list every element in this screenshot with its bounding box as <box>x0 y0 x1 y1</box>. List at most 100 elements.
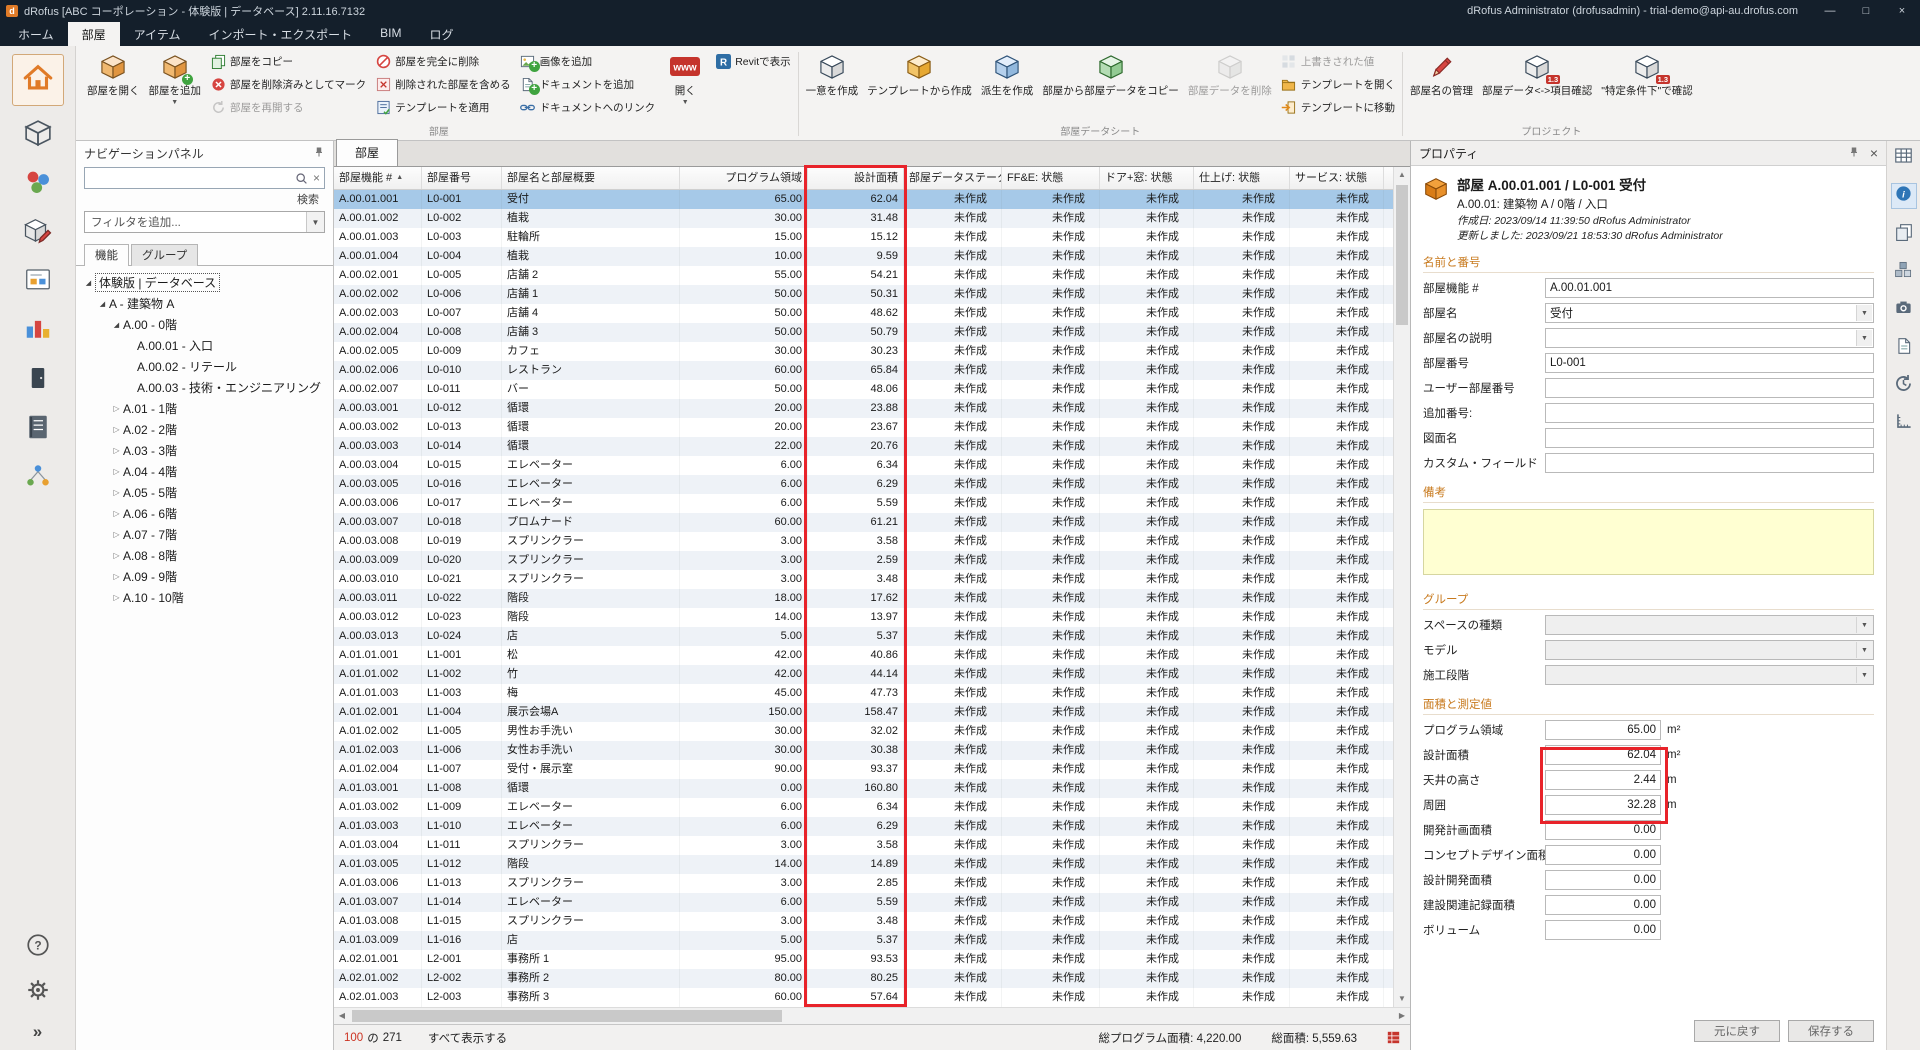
ribbon-open-template-button[interactable]: テンプレートを開く <box>1277 73 1399 95</box>
column-header-programmed-area[interactable]: プログラム領域 <box>680 167 808 189</box>
space-type-field[interactable]: ▼ <box>1545 615 1874 635</box>
sidebar-item-doors[interactable] <box>16 360 60 400</box>
table-row[interactable]: A.00.03.001L0-012循環20.0023.88未作成未作成未作成未作… <box>334 399 1393 418</box>
tree-expander-icon[interactable]: ▷ <box>110 467 123 476</box>
tree-item[interactable]: ◢体験版 | データベース <box>76 272 333 293</box>
tree-expander-icon[interactable]: ◢ <box>110 321 123 329</box>
programmed-area-field[interactable]: 65.00 <box>1545 720 1661 740</box>
tree-expander-icon[interactable]: ◢ <box>96 300 109 308</box>
panel-item-measure[interactable] <box>1891 411 1917 437</box>
table-row[interactable]: A.00.03.006L0-017エレベーター6.005.59未作成未作成未作成… <box>334 494 1393 513</box>
construction-stage-field[interactable]: ▼ <box>1545 665 1874 685</box>
undo-button[interactable]: 元に戻す <box>1694 1020 1780 1042</box>
column-header-room-function-number[interactable]: 部屋機能 #▲ <box>334 167 422 189</box>
ribbon-open-web-button[interactable]: www開く▼ <box>660 48 710 123</box>
room-function-number-field[interactable]: A.00.01.001 <box>1545 278 1874 298</box>
sidebar-item-settings[interactable] <box>25 977 51 1008</box>
table-row[interactable]: A.00.02.003L0-007店舗 450.0048.62未作成未作成未作成… <box>334 304 1393 323</box>
tree-item[interactable]: ▷A.01 - 1階 <box>76 398 333 419</box>
pin-icon[interactable] <box>313 146 325 161</box>
table-row[interactable]: A.00.03.008L0-019スプリンクラー3.003.58未作成未作成未作… <box>334 532 1393 551</box>
menu-tab-bim[interactable]: BIM <box>366 22 415 46</box>
table-row[interactable]: A.00.03.010L0-021スプリンクラー3.003.48未作成未作成未作… <box>334 570 1393 589</box>
table-row[interactable]: A.01.03.002L1-009エレベーター6.006.34未作成未作成未作成… <box>334 798 1393 817</box>
nav-tab-groups[interactable]: グループ <box>131 244 198 266</box>
table-row[interactable]: A.00.01.002L0-002植栽30.0031.48未作成未作成未作成未作… <box>334 209 1393 228</box>
ribbon-show-in-revit-button[interactable]: RRevitで表示 <box>711 50 794 72</box>
tree-expander-icon[interactable]: ▷ <box>110 530 123 539</box>
sidebar-item-rooms[interactable] <box>16 115 60 155</box>
tree-item[interactable]: ▷A.02 - 2階 <box>76 419 333 440</box>
tree-expander-icon[interactable]: ▷ <box>110 425 123 434</box>
tree-expander-icon[interactable]: ◢ <box>82 279 95 287</box>
table-row[interactable]: A.01.03.006L1-013スプリンクラー3.002.85未作成未作成未作… <box>334 874 1393 893</box>
table-row[interactable]: A.01.02.001L1-004展示会場A150.00158.47未作成未作成… <box>334 703 1393 722</box>
tree-expander-icon[interactable]: ▷ <box>110 404 123 413</box>
ribbon-copy-room-button[interactable]: 部屋をコピー <box>206 50 370 72</box>
ribbon-manage-room-names-button[interactable]: 部屋名の管理 <box>1406 48 1477 123</box>
ribbon-link-to-document-button[interactable]: ドキュメントへのリンク <box>516 96 660 118</box>
table-row[interactable]: A.02.01.002L2-002事務所 280.0080.25未作成未作成未作… <box>334 969 1393 988</box>
pin-icon[interactable] <box>1848 146 1860 161</box>
tree-item[interactable]: A.00.01 - 入口 <box>76 335 333 356</box>
close-panel-icon[interactable]: × <box>1870 146 1878 160</box>
table-row[interactable]: A.00.03.005L0-016エレベーター6.006.29未作成未作成未作成… <box>334 475 1393 494</box>
ribbon-move-to-template-button[interactable]: テンプレートに移動 <box>1277 96 1399 118</box>
ribbon-create-unique-button[interactable]: 一意を作成 <box>802 48 863 123</box>
column-header-room-data-status[interactable]: 部屋データステータス <box>904 167 1002 189</box>
tree-item[interactable]: ▷A.09 - 9階 <box>76 566 333 587</box>
table-row[interactable]: A.01.03.005L1-012階段14.0014.89未作成未作成未作成未作… <box>334 855 1393 874</box>
table-row[interactable]: A.00.02.006L0-010レストラン60.0065.84未作成未作成未作… <box>334 361 1393 380</box>
scroll-down-icon[interactable]: ▼ <box>1394 991 1410 1007</box>
menu-tab-rooms[interactable]: 部屋 <box>68 22 120 46</box>
table-row[interactable]: A.01.03.007L1-014エレベーター6.005.59未作成未作成未作成… <box>334 893 1393 912</box>
tree-item[interactable]: ▷A.06 - 6階 <box>76 503 333 524</box>
tab-rooms[interactable]: 部屋 <box>336 139 398 166</box>
table-row[interactable]: A.01.01.001L1-001松42.0040.86未作成未作成未作成未作成… <box>334 646 1393 665</box>
model-field[interactable]: ▼ <box>1545 640 1874 660</box>
table-row[interactable]: A.02.01.003L2-003事務所 360.0057.64未作成未作成未作… <box>334 988 1393 1007</box>
nav-tab-functions[interactable]: 機能 <box>84 244 129 266</box>
sidebar-item-bim-models[interactable] <box>16 213 60 253</box>
table-row[interactable]: A.01.03.009L1-016店5.005.37未作成未作成未作成未作成未作… <box>334 931 1393 950</box>
tree-expander-icon[interactable]: ▷ <box>110 488 123 497</box>
table-row[interactable]: A.00.03.003L0-014循環22.0020.76未作成未作成未作成未作… <box>334 437 1393 456</box>
perimeter-field[interactable]: 32.28 <box>1545 795 1661 815</box>
ribbon-add-image-button[interactable]: +画像を追加 <box>516 50 660 72</box>
concept-design-area-field[interactable]: 0.00 <box>1545 845 1661 865</box>
tree-item[interactable]: ▷A.07 - 7階 <box>76 524 333 545</box>
table-row[interactable]: A.00.02.004L0-008店舗 350.0050.79未作成未作成未作成… <box>334 323 1393 342</box>
table-row[interactable]: A.01.03.004L1-011スプリンクラー3.003.58未作成未作成未作… <box>334 836 1393 855</box>
horizontal-scroll-thumb[interactable] <box>352 1010 782 1022</box>
design-development-area-field[interactable]: 0.00 <box>1545 870 1661 890</box>
panel-item-components[interactable] <box>1891 259 1917 285</box>
ribbon-mark-room-deleted-button[interactable]: 部屋を削除済みとしてマーク <box>206 73 370 95</box>
table-row[interactable]: A.00.01.001L0-001受付65.0062.04未作成未作成未作成未作… <box>334 190 1393 209</box>
column-header-ffe-status[interactable]: FF&E: 状態 <box>1002 167 1100 189</box>
construction-record-area-field[interactable]: 0.00 <box>1545 895 1661 915</box>
table-row[interactable]: A.01.03.003L1-010エレベーター6.006.29未作成未作成未作成… <box>334 817 1393 836</box>
user-room-number-field[interactable] <box>1545 378 1874 398</box>
maximize-button[interactable]: □ <box>1848 0 1884 22</box>
table-row[interactable]: A.01.01.002L1-002竹42.0044.14未作成未作成未作成未作成… <box>334 665 1393 684</box>
table-row[interactable]: A.00.03.002L0-013循環20.0023.67未作成未作成未作成未作… <box>334 418 1393 437</box>
tree-expander-icon[interactable]: ▷ <box>110 593 123 602</box>
panel-item-history[interactable] <box>1891 373 1917 399</box>
ribbon-add-document-button[interactable]: +ドキュメントを追加 <box>516 73 660 95</box>
tree-expander-icon[interactable]: ▷ <box>110 551 123 560</box>
tree-item[interactable]: ▷A.08 - 8階 <box>76 545 333 566</box>
panel-item-copies[interactable] <box>1891 221 1917 247</box>
custom-field-field[interactable] <box>1545 453 1874 473</box>
add-filter-dropdown[interactable]: フィルタを追加... ▼ <box>84 211 325 233</box>
ribbon-create-from-template-button[interactable]: テンプレートから作成 <box>863 48 976 123</box>
table-row[interactable]: A.00.01.004L0-004植栽10.009.59未作成未作成未作成未作成… <box>334 247 1393 266</box>
table-row[interactable]: A.00.03.004L0-015エレベーター6.006.34未作成未作成未作成… <box>334 456 1393 475</box>
ribbon-apply-template-button[interactable]: テンプレートを適用 <box>371 96 515 118</box>
ribbon-open-room-button[interactable]: 部屋を開く <box>83 48 144 123</box>
column-header-room-number[interactable]: 部屋番号 <box>422 167 502 189</box>
panel-item-info[interactable]: i <box>1891 183 1917 209</box>
vertical-scroll-thumb[interactable] <box>1396 185 1408 325</box>
table-row[interactable]: A.02.01.001L2-001事務所 195.0093.53未作成未作成未作… <box>334 950 1393 969</box>
menu-tab-items[interactable]: アイテム <box>120 22 195 46</box>
tree-item[interactable]: A.00.03 - 技術・エンジニアリング <box>76 377 333 398</box>
